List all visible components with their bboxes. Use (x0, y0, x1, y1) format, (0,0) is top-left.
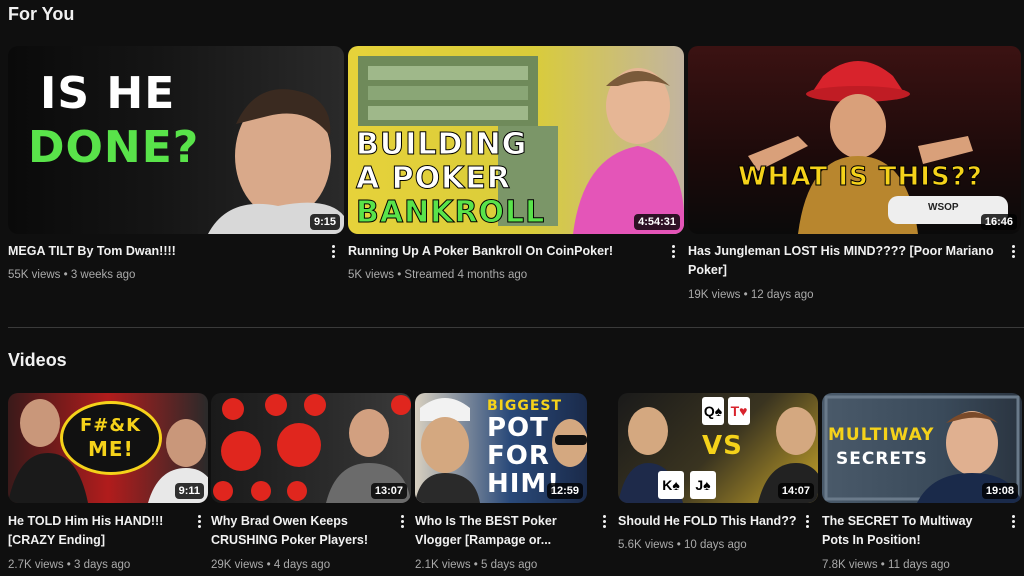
video-thumbnail[interactable]: WHAT IS THIS?? WSOP 16:46 (688, 46, 1021, 234)
video-card[interactable]: IS HE DONE? 9:15 MEGA TILT By Tom Dwan!!… (8, 46, 344, 286)
thumbnail-text-line: FOR (487, 441, 550, 471)
video-title-line[interactable]: Why Brad Owen Keeps (211, 512, 348, 531)
thumbnail-text-line: A POKER (356, 161, 511, 196)
section-divider (8, 327, 1024, 328)
video-meta: 29K views • 4 days ago (211, 559, 331, 571)
video-card[interactable]: Q♠ T♥ VS K♠ J♠ 14:07 Should He FOLD This… (618, 393, 818, 576)
video-title-line[interactable]: Poker] (688, 261, 998, 280)
duration-badge: 16:46 (980, 214, 1017, 230)
video-card[interactable]: 13:07 Why Brad Owen Keeps CRUSHING Poker… (211, 393, 411, 576)
video-title-line[interactable]: CRUSHING Poker Players! (211, 531, 368, 550)
thumbnail-text-line: ME! (88, 437, 134, 461)
video-title[interactable]: Running Up A Poker Bankroll On CoinPoker… (348, 242, 658, 261)
duration-badge: 12:59 (546, 483, 583, 499)
thumbnail-text-line: BANKROLL (355, 195, 546, 230)
video-card[interactable]: BUILDING A POKER BANKROLL 4:54:31 Runnin… (348, 46, 684, 286)
video-meta: 2.1K views • 5 days ago (415, 559, 538, 571)
duration-badge: 9:15 (309, 214, 340, 230)
duration-badge: 4:54:31 (634, 214, 680, 230)
playing-card: Q♠ (702, 397, 724, 425)
thumbnail-text-line: DONE? (28, 122, 200, 173)
duration-badge: 19:08 (981, 483, 1018, 499)
video-title-line[interactable]: Should He FOLD This Hand?? (618, 512, 796, 531)
video-title-line[interactable]: The SECRET To Multiway (822, 512, 972, 531)
thumbnail-text-line: BUILDING (355, 127, 528, 162)
thumbnail-text-line: VS (702, 431, 743, 461)
video-meta: 5.6K views • 10 days ago (618, 539, 747, 551)
video-card[interactable]: F#&K ME! 9:11 He TOLD Him His HAND!!! [C… (8, 393, 208, 576)
more-options-icon[interactable] (192, 512, 206, 530)
person-illustration (748, 61, 1008, 234)
thumbnail-text-line: BIGGEST (487, 398, 563, 414)
video-title-line[interactable]: Pots In Position! (822, 531, 921, 550)
video-thumbnail[interactable]: F#&K ME! 9:11 (8, 393, 208, 503)
thumbnail-text-line: F#&K (80, 415, 142, 436)
more-options-icon[interactable] (326, 242, 340, 260)
video-title[interactable]: MEGA TILT By Tom Dwan!!!! (8, 242, 318, 261)
duration-badge: 14:07 (777, 483, 814, 499)
video-thumbnail[interactable]: BIGGEST POT FOR HIM! 12:59 (415, 393, 587, 503)
thumbnail-text-line: MULTIWAY (828, 425, 935, 445)
video-meta: 5K views • Streamed 4 months ago (348, 269, 528, 281)
video-title-line[interactable]: Who Is The BEST Poker (415, 512, 557, 531)
thumbnail-text-line: IS HE (40, 68, 176, 119)
video-card[interactable]: MULTIWAY SECRETS 19:08 The SECRET To Mul… (822, 393, 1022, 576)
playing-card: J♠ (690, 471, 716, 499)
thumbnail-text-line: SECRETS (836, 449, 928, 469)
more-options-icon[interactable] (1006, 512, 1020, 530)
more-options-icon[interactable] (800, 512, 814, 530)
video-meta: 55K views • 3 weeks ago (8, 269, 136, 281)
video-thumbnail[interactable]: IS HE DONE? 9:15 (8, 46, 344, 234)
video-thumbnail[interactable]: 13:07 (211, 393, 411, 503)
video-thumbnail[interactable]: BUILDING A POKER BANKROLL 4:54:31 (348, 46, 684, 234)
thumbnail-text-line: WHAT IS THIS?? (738, 162, 983, 192)
more-options-icon[interactable] (597, 512, 611, 530)
video-meta: 7.8K views • 11 days ago (822, 559, 950, 571)
video-meta: 2.7K views • 3 days ago (8, 559, 131, 571)
video-thumbnail[interactable]: MULTIWAY SECRETS 19:08 (822, 393, 1022, 503)
video-thumbnail[interactable]: Q♠ T♥ VS K♠ J♠ 14:07 (618, 393, 818, 503)
video-meta: 19K views • 12 days ago (688, 289, 814, 301)
video-title-line[interactable]: [CRAZY Ending] (8, 531, 105, 550)
video-title-line[interactable]: Vlogger [Rampage or... (415, 531, 551, 550)
wsop-badge: WSOP (928, 202, 959, 213)
playing-card: K♠ (658, 471, 684, 499)
more-options-icon[interactable] (666, 242, 680, 260)
duration-badge: 9:11 (174, 483, 204, 499)
duration-badge: 13:07 (370, 483, 407, 499)
video-title-line[interactable]: Has Jungleman LOST His MIND???? [Poor Ma… (688, 242, 998, 261)
video-title-line[interactable]: He TOLD Him His HAND!!! (8, 512, 163, 531)
thumbnail-text-line: POT (487, 413, 549, 443)
for-you-heading: For You (8, 4, 75, 24)
video-card[interactable]: BIGGEST POT FOR HIM! 12:59 Who Is The BE… (415, 393, 615, 576)
more-options-icon[interactable] (1006, 242, 1020, 260)
playing-card: T♥ (728, 397, 750, 425)
more-options-icon[interactable] (395, 512, 409, 530)
videos-heading: Videos (8, 350, 67, 370)
video-card[interactable]: WHAT IS THIS?? WSOP 16:46 Has Jungleman … (688, 46, 1024, 306)
